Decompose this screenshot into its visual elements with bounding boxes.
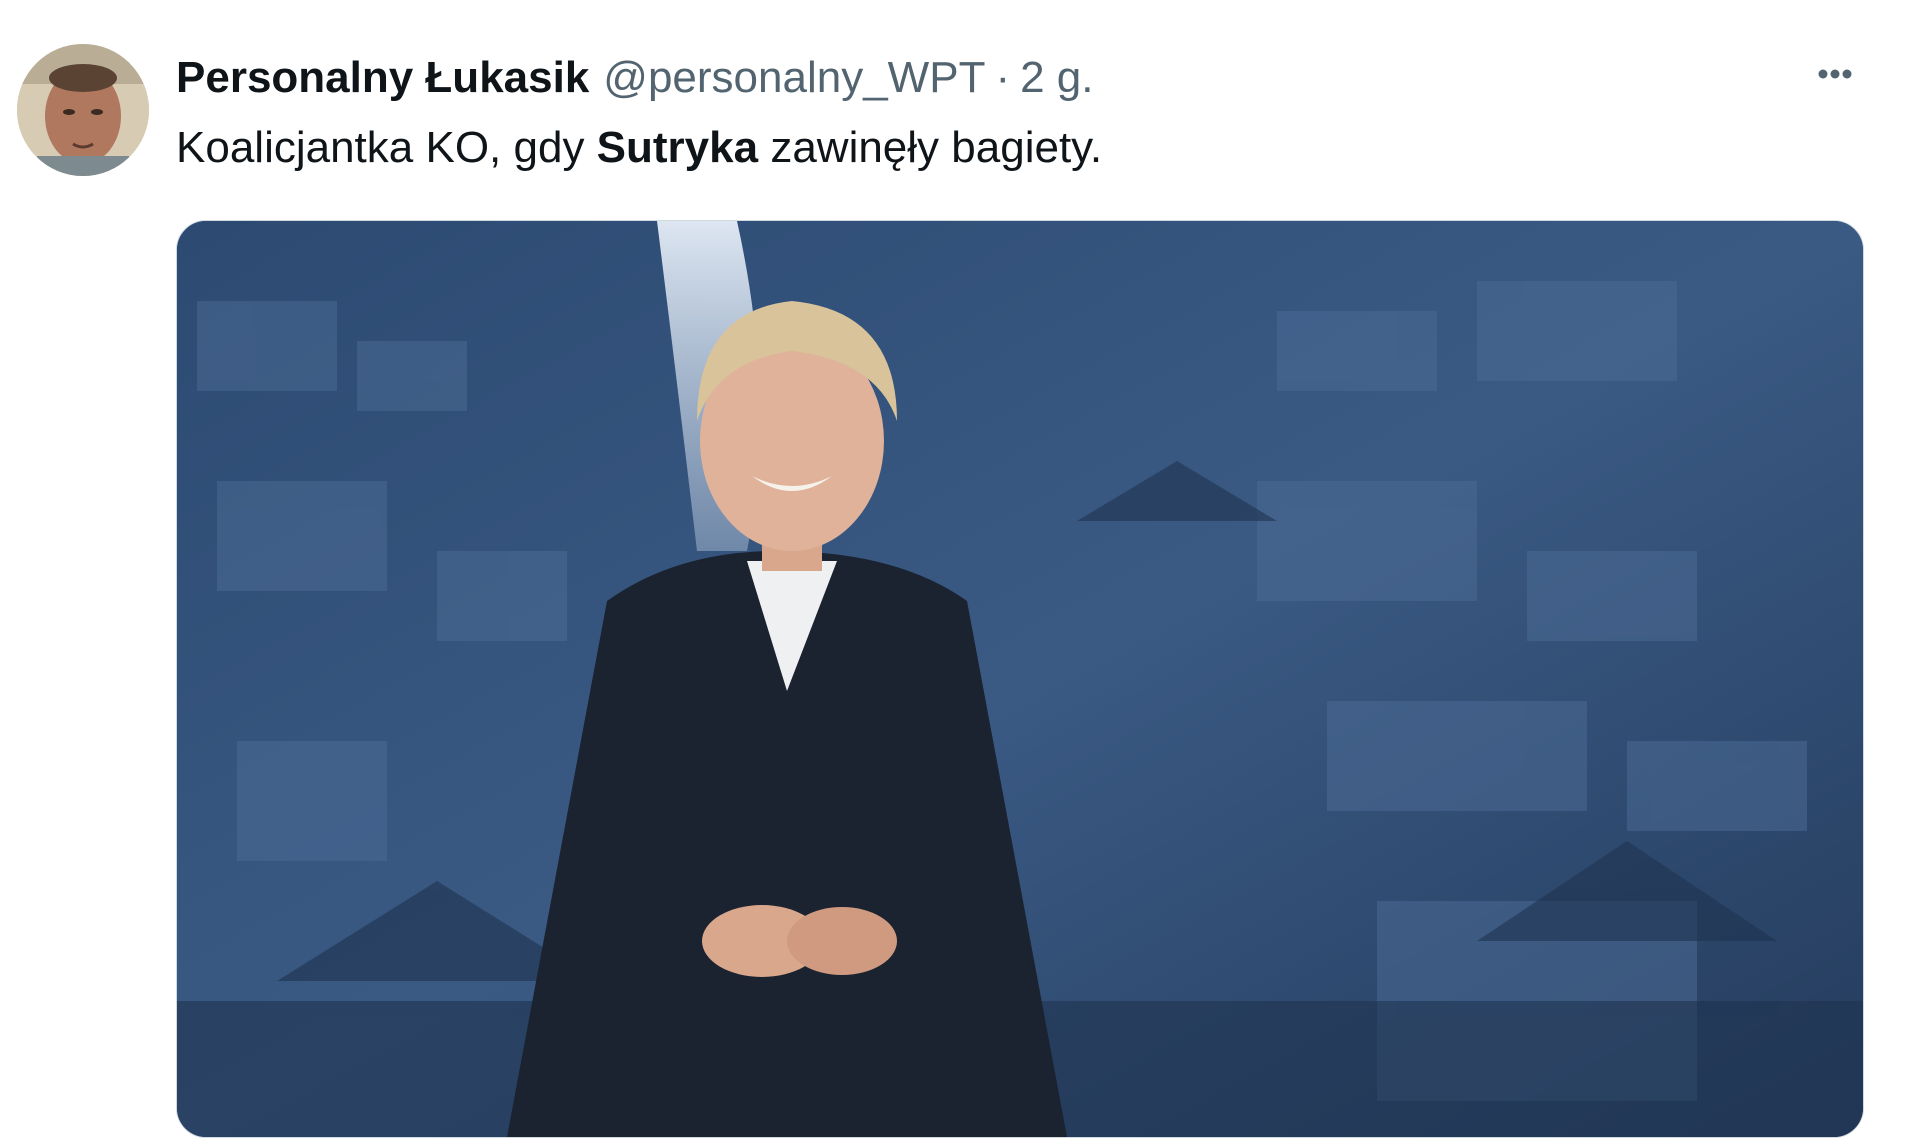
tweet-timestamp[interactable]: 2 g.	[1020, 53, 1093, 103]
author-display-name[interactable]: Personalny Łukasik	[176, 53, 589, 103]
author-avatar[interactable]	[17, 44, 149, 176]
video-frame	[177, 221, 1863, 1137]
tweet-card: Personalny Łukasik @personalny_WPT · 2 g…	[0, 0, 1920, 1139]
tweet-text-part: Koalicjantka KO, gdy	[176, 123, 597, 172]
tweet-video[interactable]	[176, 220, 1864, 1138]
author-handle[interactable]: @personalny_WPT	[603, 53, 985, 103]
tweet-header: Personalny Łukasik @personalny_WPT · 2 g…	[176, 48, 1094, 108]
header-separator: ·	[995, 53, 1011, 102]
avatar-image	[17, 44, 149, 176]
tweet-text-bold: Sutryka	[596, 123, 759, 172]
more-options-button[interactable]	[1800, 52, 1870, 108]
more-horizontal-icon	[1818, 69, 1852, 79]
tweet-text: Koalicjantka KO, gdy Sutryka zawinęły ba…	[176, 118, 1102, 178]
tweet-text-part: zawinęły bagiety.	[758, 123, 1103, 172]
